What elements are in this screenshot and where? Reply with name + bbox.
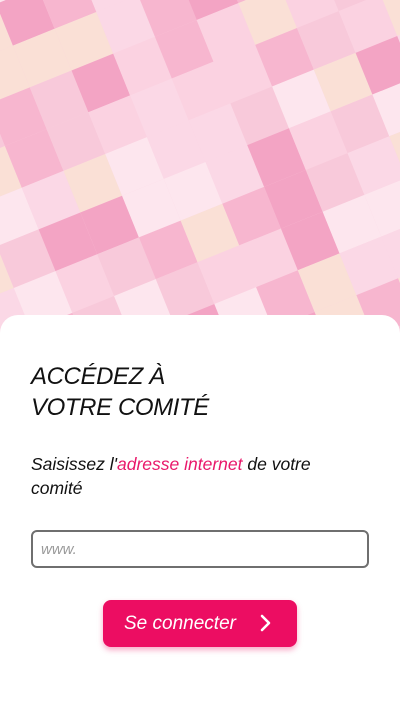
url-input[interactable] [33,532,367,566]
title-line-1: ACCÉDEZ À [31,363,165,390]
connect-button-label: Se connecter [124,612,236,634]
instruction-highlight: adresse internet [117,454,243,474]
instruction-prefix: Saisissez l' [31,454,118,474]
connect-button[interactable]: Se connecter [103,600,297,647]
page-title: ACCÉDEZ À VOTRE COMITÉ [31,361,351,423]
hero-pattern [0,0,400,350]
url-field-container[interactable] [31,530,369,568]
title-line-2: VOTRE COMITÉ [31,394,209,421]
login-card: ACCÉDEZ À VOTRE COMITÉ Saisissez l'adres… [0,315,400,711]
pink-tile-pattern [0,0,400,350]
instruction-text: Saisissez l'adresse internet de votre co… [31,452,351,500]
chevron-right-icon [260,614,271,632]
